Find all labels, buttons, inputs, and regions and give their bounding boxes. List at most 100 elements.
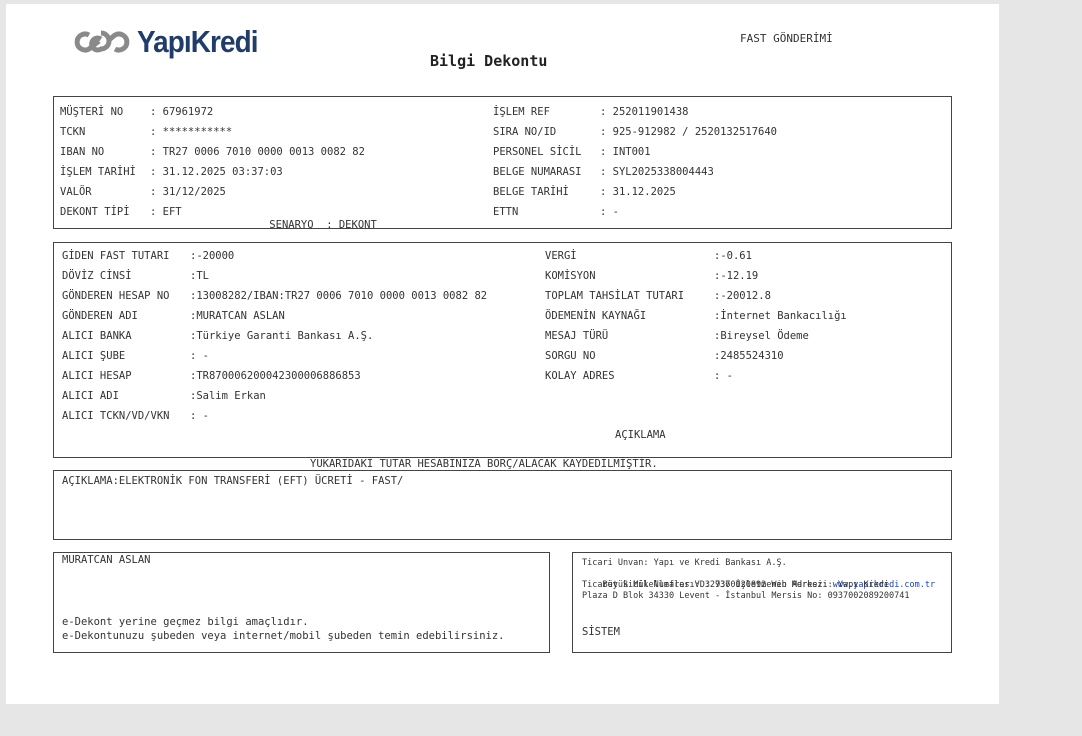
charge-detail-label: KOLAY ADRES xyxy=(545,370,615,382)
transaction-detail-value: :Salim Erkan xyxy=(190,390,266,402)
bank-logo: YapıKredi xyxy=(71,24,271,60)
transaction-detail-value: :Türkiye Garanti Bankası A.Ş. xyxy=(190,330,374,342)
bank-legal-line-1: Ticari Unvan: Yapı ve Kredi Bankası A.Ş. xyxy=(582,558,787,568)
customer-info-label: MÜŞTERİ NO xyxy=(60,106,124,118)
charge-detail-row: KOMİSYON :-12.19 xyxy=(545,269,758,283)
document-info-row: ETTN : - xyxy=(493,205,619,219)
senaryo-row: SENARYO : DEKONT xyxy=(269,219,377,231)
notice-text: YUKARIDAKİ TUTAR HESABINIZA BORÇ/ALACAK … xyxy=(310,458,658,470)
document-info-row: BELGE NUMARASI : SYL2025338004443 xyxy=(493,165,714,179)
document-info-label: BELGE TARİHİ xyxy=(493,186,569,198)
transaction-detail-value: :MURATCAN ASLAN xyxy=(190,310,285,322)
charge-detail-value: :-12.19 xyxy=(714,270,759,282)
charge-detail-row: ÖDEMENİN KAYNAĞI:İnternet Bankacılığı xyxy=(545,309,847,323)
customer-info-row: IBAN NO : TR27 0006 7010 0000 0013 0082 8… xyxy=(60,145,365,159)
charge-detail-row: KOLAY ADRES : - xyxy=(545,369,733,383)
transaction-detail-label: ALICI HESAP xyxy=(62,370,132,382)
customer-info-label: VALÖR xyxy=(60,186,92,198)
transaction-detail-value: :13008282/IBAN:TR27 0006 7010 0000 0013 … xyxy=(190,290,488,302)
transaction-detail-label: GİDEN FAST TUTARI xyxy=(62,250,170,262)
transaction-detail-row: ALICI HESAP :TR870006200042300006886853 xyxy=(62,369,361,383)
charge-detail-value: :-20012.8 xyxy=(714,290,771,302)
yapikredi-logo-icon xyxy=(74,30,130,53)
transaction-detail-row: GÖNDEREN ADI :MURATCAN ASLAN xyxy=(62,309,285,323)
transaction-detail-value: :TL xyxy=(190,270,209,282)
charge-detail-row: SORGU NO:2485524310 xyxy=(545,349,784,363)
aciklama-heading: AÇIKLAMA xyxy=(615,429,666,441)
customer-info-value: : 31/12/2025 xyxy=(150,186,226,198)
customer-info-row: İŞLEM TARİHİ : 31.12.2025 03:37:03 xyxy=(60,165,283,179)
customer-info-row: TCKN : *********** xyxy=(60,125,232,139)
charge-detail-row: TOPLAM TAHSİLAT TUTARI :-20012.8 xyxy=(545,289,771,303)
document-info-value: : 252011901438 xyxy=(600,106,689,118)
charge-detail-value: :-0.61 xyxy=(714,250,752,262)
customer-info-label: DEKONT TİPİ xyxy=(60,206,130,218)
document-type: FAST GÖNDERİMİ xyxy=(740,32,833,45)
transaction-detail-value: :-20000 xyxy=(190,250,235,262)
transaction-detail-label: ALICI TCKN/VD/VKN xyxy=(62,410,170,422)
customer-info-label: IBAN NO xyxy=(60,146,105,158)
charge-detail-value: : - xyxy=(714,370,733,382)
document-info-label: PERSONEL SİCİL xyxy=(493,146,582,158)
customer-info-label: İŞLEM TARİHİ xyxy=(60,166,136,178)
disclaimer-line-1: e-Dekont yerine geçmez bilgi amaçlıdır. xyxy=(62,616,309,628)
transaction-detail-row: ALICI ŞUBE : - xyxy=(62,349,209,363)
transaction-detail-label: ALICI ADI xyxy=(62,390,119,402)
transaction-detail-row: GÖNDEREN HESAP NO :13008282/IBAN:TR27 000… xyxy=(62,289,487,303)
customer-info-value: : EFT xyxy=(150,206,182,218)
document-info-value: : 925-912982 / 2520132517640 xyxy=(600,126,778,138)
transaction-detail-row: ALICI ADI :Salim Erkan xyxy=(62,389,266,403)
customer-info-label: TCKN xyxy=(60,126,86,138)
document-info-row: İŞLEM REF : 252011901438 xyxy=(493,105,689,119)
transaction-detail-label: ALICI ŞUBE xyxy=(62,350,126,362)
transaction-detail-row: ALICI BANKA :Türkiye Garanti Bankası A.Ş. xyxy=(62,329,373,343)
bank-legal-line-3: Ticaret Sicil Numarası: 32736 İşletmenin… xyxy=(582,580,890,590)
transaction-detail-value: : - xyxy=(190,350,209,362)
customer-info-value: : 31.12.2025 03:37:03 xyxy=(150,166,283,178)
bank-legal-line-4: Plaza D Blok 34330 Levent - İstanbul Mer… xyxy=(582,591,910,601)
document-info-label: İŞLEM REF xyxy=(493,106,550,118)
document-info-label: ETTN xyxy=(493,206,519,218)
brand-name: YapıKredi xyxy=(137,24,259,59)
document-info-row: BELGE TARİHİ : 31.12.2025 xyxy=(493,185,676,199)
document-info-row: SIRA NO/ID : 925-912982 / 2520132517640 xyxy=(493,125,777,139)
charge-detail-value: :Bireysel Ödeme xyxy=(714,330,809,342)
document-info-row: PERSONEL SİCİL : INT001 xyxy=(493,145,651,159)
transaction-detail-row: ALICI TCKN/VD/VKN : - xyxy=(62,409,209,423)
customer-info-value: : *********** xyxy=(150,126,233,138)
transaction-detail-row: DÖVİZ CİNSİ :TL xyxy=(62,269,209,283)
disclaimer-line-2: e-Dekontunuzu şubeden veya internet/mobi… xyxy=(62,630,505,642)
charge-detail-label: KOMİSYON xyxy=(545,270,596,282)
charge-detail-label: VERGİ xyxy=(545,250,577,262)
charge-detail-label: TOPLAM TAHSİLAT TUTARI xyxy=(545,290,685,302)
document-info-label: BELGE NUMARASI xyxy=(493,166,582,178)
charge-detail-row: MESAJ TÜRÜ :Bireysel Ödeme xyxy=(545,329,809,343)
document-info-value: : SYL2025338004443 xyxy=(600,166,714,178)
transaction-detail-label: GÖNDEREN ADI xyxy=(62,310,138,322)
transaction-detail-row: GİDEN FAST TUTARI :-20000 xyxy=(62,249,234,263)
senaryo-label: SENARYO xyxy=(269,219,314,231)
charge-detail-label: MESAJ TÜRÜ xyxy=(545,330,609,342)
system-label: SİSTEM xyxy=(582,626,620,638)
transaction-detail-label: GÖNDEREN HESAP NO xyxy=(62,290,170,302)
receipt-page: YapıKredi FAST GÖNDERİMİ Bilgi Dekontu M… xyxy=(6,4,999,704)
document-info-value: : - xyxy=(600,206,619,218)
transaction-detail-value: :TR870006200042300006886853 xyxy=(190,370,361,382)
customer-info-row: DEKONT TİPİ : EFT xyxy=(60,205,182,219)
document-info-label: SIRA NO/ID xyxy=(493,126,557,138)
charge-detail-value: :2485524310 xyxy=(714,350,784,362)
description-text: AÇIKLAMA:ELEKTRONİK FON TRANSFERİ (EFT) … xyxy=(62,475,404,487)
customer-info-row: MÜŞTERİ NO : 67961972 xyxy=(60,105,213,119)
transaction-detail-label: ALICI BANKA xyxy=(62,330,132,342)
charge-detail-row: VERGİ :-0.61 xyxy=(545,249,752,263)
customer-info-row: VALÖR : 31/12/2025 xyxy=(60,185,226,199)
customer-info-value: : TR27 0006 7010 0000 0013 0082 82 xyxy=(150,146,365,158)
transaction-detail-label: DÖVİZ CİNSİ xyxy=(62,270,132,282)
customer-info-value: : 67961972 xyxy=(150,106,214,118)
transaction-detail-value: : - xyxy=(190,410,209,422)
document-info-value: : INT001 xyxy=(600,146,651,158)
page-title: Bilgi Dekontu xyxy=(430,52,548,70)
senaryo-value: DEKONT xyxy=(338,219,377,231)
document-info-value: : 31.12.2025 xyxy=(600,186,676,198)
charge-detail-label: ÖDEMENİN KAYNAĞI xyxy=(545,310,647,322)
